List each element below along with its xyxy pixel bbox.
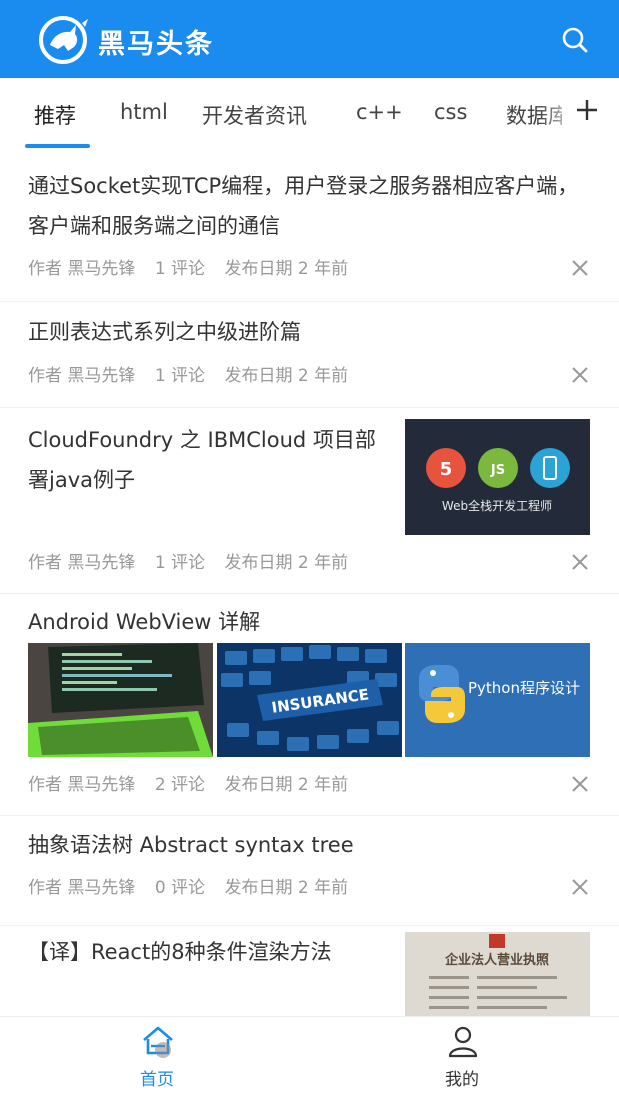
article-author: 作者 黑马先锋 [28, 878, 136, 898]
close-icon[interactable] [568, 550, 592, 574]
list-item[interactable]: 【译】React的8种条件渲染方法 企业法人营业执照 [0, 926, 619, 1016]
article-comments: 0 评论 [154, 878, 206, 898]
article-author: 作者 黑马先锋 [28, 775, 136, 795]
article-comments: 2 评论 [154, 775, 206, 795]
close-icon[interactable] [568, 875, 592, 899]
list-item[interactable]: CloudFoundry 之 IBMCloud 项目部署java例子 5 JS … [0, 408, 619, 594]
article-title: 通过Socket实现TCP编程，用户登录之服务器相应客户端，客户端和服务端之间的… [28, 174, 579, 238]
tabbar-item-mine[interactable]: 我的 [387, 1017, 537, 1098]
thumbnail-caption: Python程序设计 [468, 679, 580, 697]
article-meta: 作者 黑马先锋 1 评论 发布日期 2 年前 [28, 548, 362, 573]
article-thumbnail [28, 643, 213, 757]
active-tab-indicator [25, 144, 90, 148]
list-item[interactable]: Android WebView 详解 INSURANCE Python程序设计 … [0, 594, 619, 816]
thumbnail-caption: Web全栈开发工程师 [442, 498, 552, 513]
tab-css[interactable]: css [434, 100, 467, 124]
article-thumbnail: 企业法人营业执照 [405, 932, 590, 1016]
tab-cpp[interactable]: c++ [356, 100, 403, 124]
search-icon[interactable] [555, 20, 595, 60]
app-title: 黑马头条 [98, 29, 214, 60]
list-item[interactable]: 正则表达式系列之中级进阶篇 作者 黑马先锋 1 评论 发布日期 2 年前 [0, 302, 619, 408]
article-title: Android WebView 详解 [28, 610, 261, 634]
bottom-tabbar: 首页 我的 [0, 1016, 619, 1098]
article-comments: 1 评论 [154, 366, 206, 386]
list-item[interactable]: 抽象语法树 Abstract syntax tree 作者 黑马先锋 0 评论 … [0, 816, 619, 926]
article-meta: 作者 黑马先锋 1 评论 发布日期 2 年前 [28, 361, 362, 386]
tab-recommend[interactable]: 推荐 [34, 100, 76, 130]
app-header: 黑马头条 [0, 0, 619, 78]
horse-logo-icon [39, 16, 88, 64]
article-author: 作者 黑马先锋 [28, 366, 136, 386]
article-thumbnail: Python程序设计 [405, 643, 590, 757]
tabbar-label: 首页 [140, 1070, 174, 1090]
article-title: CloudFoundry 之 IBMCloud 项目部署java例子 [28, 428, 376, 492]
tab-developer-news[interactable]: 开发者资讯 [202, 100, 307, 130]
tabbar-label: 我的 [445, 1070, 479, 1090]
plus-icon [577, 100, 597, 120]
article-title: 正则表达式系列之中级进阶篇 [28, 320, 301, 344]
tabbar-item-home[interactable]: 首页 [82, 1017, 232, 1098]
tab-html[interactable]: html [120, 100, 168, 124]
add-channel-button[interactable] [562, 80, 619, 152]
thumbnail-caption: 企业法人营业执照 [444, 952, 549, 968]
channel-tabs: 推荐 html 开发者资讯 c++ css 数据库 [0, 80, 619, 152]
article-author: 作者 黑马先锋 [28, 259, 136, 279]
article-date: 发布日期 2 年前 [224, 259, 349, 279]
article-title: 抽象语法树 Abstract syntax tree [28, 833, 354, 857]
article-comments: 1 评论 [154, 553, 206, 573]
article-meta: 作者 黑马先锋 1 评论 发布日期 2 年前 [28, 254, 362, 279]
article-thumbnail: INSURANCE [217, 643, 402, 757]
article-list: 通过Socket实现TCP编程，用户登录之服务器相应客户端，客户端和服务端之间的… [0, 152, 619, 1016]
article-date: 发布日期 2 年前 [224, 878, 349, 898]
article-date: 发布日期 2 年前 [224, 553, 349, 573]
article-title: 【译】React的8种条件渲染方法 [28, 940, 332, 964]
article-author: 作者 黑马先锋 [28, 553, 136, 573]
article-date: 发布日期 2 年前 [224, 775, 349, 795]
close-icon[interactable] [568, 772, 592, 796]
home-icon [143, 1026, 173, 1058]
close-icon[interactable] [568, 363, 592, 387]
article-comments: 1 评论 [154, 259, 206, 279]
list-item[interactable]: 通过Socket实现TCP编程，用户登录之服务器相应客户端，客户端和服务端之间的… [0, 152, 619, 302]
article-meta: 作者 黑马先锋 0 评论 发布日期 2 年前 [28, 873, 362, 898]
article-meta: 作者 黑马先锋 2 评论 发布日期 2 年前 [28, 770, 362, 795]
user-icon [448, 1026, 478, 1058]
html5-badge: 5 [440, 459, 453, 480]
article-date: 发布日期 2 年前 [224, 366, 349, 386]
close-icon[interactable] [568, 256, 592, 280]
nodejs-badge: JS [490, 463, 505, 478]
article-thumbnail: 5 JS Web全栈开发工程师 [405, 419, 590, 535]
